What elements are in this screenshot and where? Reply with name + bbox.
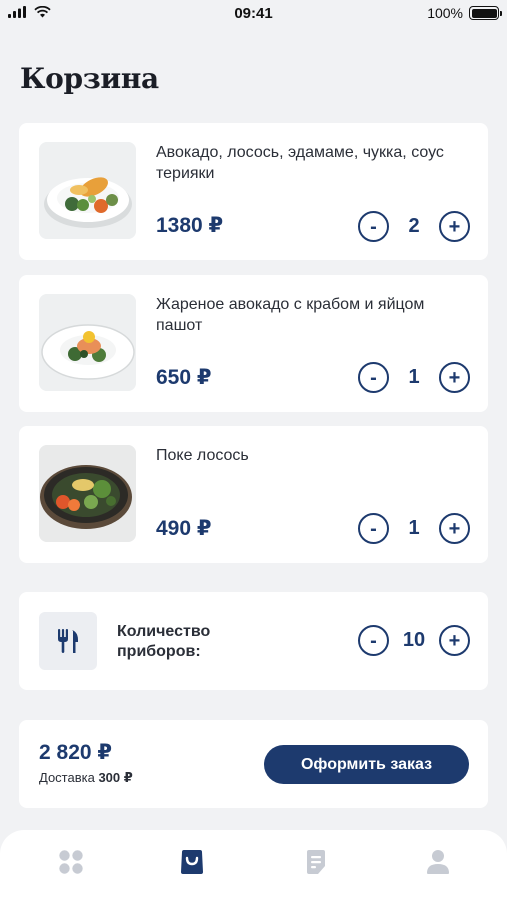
bag-icon — [181, 850, 203, 874]
tab-profile[interactable] — [422, 846, 454, 878]
item-name: Авокадо, лосось, эдамаме, чукка, соус те… — [156, 144, 444, 182]
cart-item: Жареное авокадо с крабом и яйцом пашот 6… — [19, 275, 488, 412]
cart-item: Поке лосось 490 ₽ - 1 + — [19, 426, 488, 563]
decrease-button[interactable]: - — [358, 211, 389, 242]
checkout-button[interactable]: Оформить заказ — [264, 745, 469, 784]
item-quantity: 1 — [408, 366, 420, 388]
avocado-salmon-bowl-photo — [39, 142, 136, 239]
cutlery-card: Количество приборов: - 10 + — [19, 592, 488, 690]
item-name: Поке лосось — [156, 447, 249, 464]
quantity-stepper: - 2 + — [358, 211, 470, 242]
delivery-price: 300 ₽ — [98, 770, 133, 785]
increase-button[interactable]: + — [439, 513, 470, 544]
delivery-label: Доставка — [39, 770, 95, 785]
quantity-stepper: - 1 + — [358, 362, 470, 393]
cutlery-stepper: - 10 + — [358, 625, 470, 656]
item-quantity: 2 — [408, 215, 420, 237]
status-bar: 09:41 100% — [0, 0, 507, 28]
item-photo — [39, 294, 136, 391]
person-icon — [427, 850, 449, 874]
cutlery-icon — [39, 612, 97, 670]
receipt-icon — [307, 850, 325, 874]
item-price: 650 ₽ — [156, 366, 212, 389]
cutlery-quantity: 10 — [402, 629, 426, 651]
total-price: 2 820 ₽ — [39, 741, 112, 764]
cutlery-label: Количество приборов: — [117, 623, 211, 660]
decrease-button[interactable]: - — [358, 362, 389, 393]
tab-menu[interactable] — [55, 846, 87, 878]
item-price: 490 ₽ — [156, 517, 212, 540]
increase-button[interactable]: + — [439, 625, 470, 656]
battery-icon — [469, 6, 502, 20]
item-name: Жареное авокадо с крабом и яйцом пашот — [156, 296, 425, 334]
item-price: 1380 ₽ — [156, 214, 224, 237]
tab-cart[interactable] — [176, 846, 208, 878]
tab-orders[interactable] — [300, 846, 332, 878]
item-photo — [39, 142, 136, 239]
tab-bar — [0, 830, 507, 900]
item-quantity: 1 — [408, 517, 420, 539]
order-summary: 2 820 ₽ Доставка 300 ₽ Оформить заказ — [19, 720, 488, 808]
fried-avocado-crab-egg-photo — [39, 294, 136, 391]
battery-percent: 100% — [427, 5, 463, 21]
grid-icon — [59, 850, 83, 874]
increase-button[interactable]: + — [439, 362, 470, 393]
status-right: 100% — [427, 5, 502, 21]
poke-salmon-photo — [39, 445, 136, 542]
quantity-stepper: - 1 + — [358, 513, 470, 544]
delivery-info: Доставка 300 ₽ — [39, 770, 133, 786]
decrease-button[interactable]: - — [358, 625, 389, 656]
item-photo — [39, 445, 136, 542]
cart-item: Авокадо, лосось, эдамаме, чукка, соус те… — [19, 123, 488, 260]
increase-button[interactable]: + — [439, 211, 470, 242]
page-title: Корзина — [20, 62, 159, 95]
decrease-button[interactable]: - — [358, 513, 389, 544]
